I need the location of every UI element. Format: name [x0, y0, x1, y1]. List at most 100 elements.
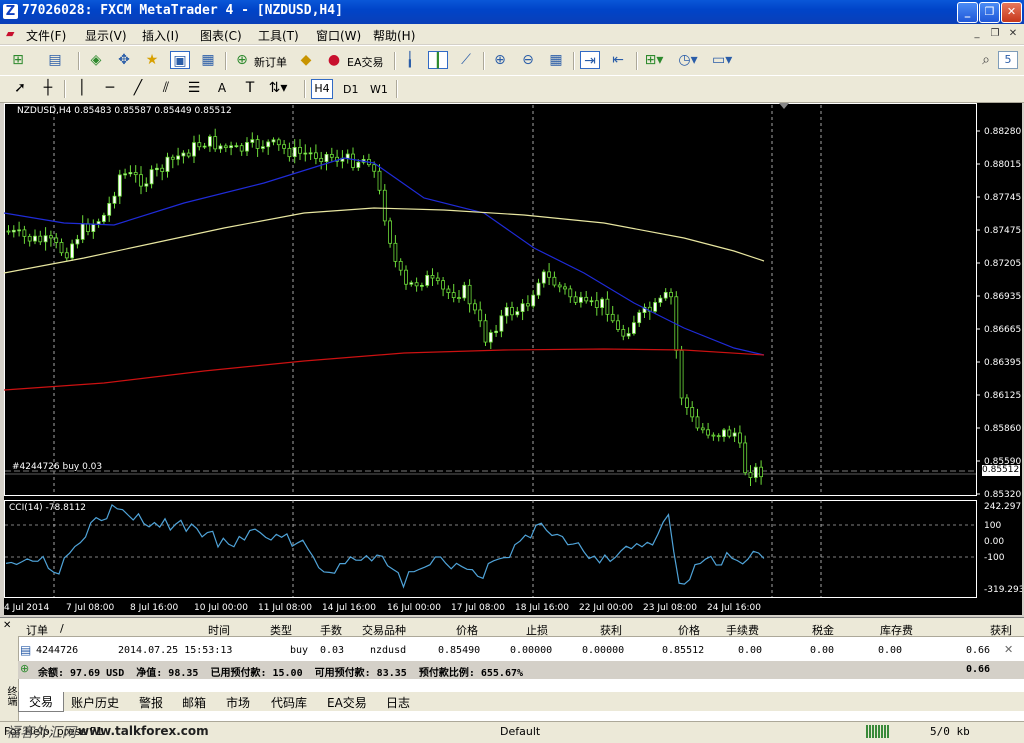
menu-tools[interactable]: 工具(T) — [258, 27, 299, 44]
col-profit[interactable]: 获利 — [990, 622, 1012, 638]
periods-icon[interactable]: ◷▾ — [678, 51, 698, 69]
tab-market[interactable]: 市场 — [226, 694, 250, 711]
arrows-icon[interactable]: ⇅▾ — [268, 79, 288, 97]
cursor-icon[interactable]: ➚ — [10, 79, 30, 97]
col-lots[interactable]: 手数 — [320, 622, 342, 638]
text-tool-icon[interactable]: A — [212, 79, 232, 97]
candle-body — [621, 329, 626, 337]
new-order-icon[interactable]: ⊕ — [232, 51, 252, 69]
autoscroll-icon[interactable]: ⇥ — [580, 51, 600, 69]
col-symbol[interactable]: 交易品种 — [362, 622, 406, 638]
col-type[interactable]: 类型 — [270, 622, 292, 638]
metaeditor-icon[interactable]: ◆ — [296, 51, 316, 69]
terminal-close-icon[interactable]: ✕ — [3, 620, 11, 631]
col-taxes[interactable]: 税金 — [812, 622, 834, 638]
chart-window[interactable]: 0.88280 0.88015 0.87745 0.87475 0.87205 0.869… — [3, 103, 1024, 615]
candle-body — [112, 195, 117, 204]
candle-body — [695, 416, 700, 429]
minimize-button[interactable]: _ — [957, 2, 978, 23]
col-time[interactable]: 时间 — [208, 622, 230, 638]
cell-taxes: 0.00 — [810, 645, 835, 656]
candle-body — [425, 275, 430, 286]
chat-icon[interactable]: 5 — [998, 51, 1018, 69]
menu-view[interactable]: 显示(V) — [85, 27, 127, 44]
candle-body — [748, 472, 753, 478]
menu-file[interactable]: 文件(F) — [26, 27, 66, 44]
templates-icon[interactable]: ▭▾ — [712, 51, 732, 69]
col-sl[interactable]: 止损 — [526, 622, 548, 638]
menu-help[interactable]: 帮助(H) — [373, 27, 415, 44]
vertical-line-icon[interactable]: │ — [72, 79, 92, 97]
period-h4-button[interactable]: H4 — [311, 79, 333, 99]
favorites-icon[interactable]: ★ — [142, 51, 162, 69]
candle-body — [451, 292, 456, 298]
crosshair-icon[interactable]: ┼ — [38, 79, 58, 97]
price-tick-label: 0.87205 — [984, 259, 1021, 269]
tab-journal[interactable]: 日志 — [386, 694, 410, 711]
navigator-icon[interactable]: ✥ — [114, 51, 134, 69]
candle-body — [282, 144, 287, 149]
tab-code-base[interactable]: 代码库 — [271, 694, 307, 711]
tab-alerts[interactable]: 警报 — [139, 694, 163, 711]
candle-body — [732, 432, 737, 437]
cell-type: buy — [290, 645, 309, 656]
trendline-icon[interactable]: ╱ — [128, 79, 148, 97]
candle-body — [382, 189, 387, 222]
candle-body — [409, 282, 414, 285]
bar-chart-icon[interactable]: ╽ — [400, 51, 420, 69]
table-row[interactable]: ▤ 4244726 2014.07.25 15:53:13 buy 0.03 n… — [18, 642, 1024, 660]
line-chart-icon[interactable]: ⟋ — [456, 51, 476, 69]
col-swap[interactable]: 库存费 — [880, 622, 913, 638]
profiles-icon[interactable]: ▤ — [45, 51, 65, 69]
candle-body — [557, 284, 562, 288]
candle-body — [160, 167, 165, 172]
close-button[interactable]: ✕ — [1001, 2, 1022, 23]
horizontal-line-icon[interactable]: ─ — [100, 79, 120, 97]
ea-trading-icon[interactable]: ● — [324, 51, 344, 69]
price-chart[interactable]: 0.88280 0.88015 0.87745 0.87475 0.87205 0.869… — [3, 103, 1024, 615]
candle-body — [419, 285, 424, 287]
col-price[interactable]: 价格 — [456, 622, 478, 638]
col-ticket[interactable]: 订单 — [26, 622, 48, 638]
strategy-tester-icon[interactable]: ▦ — [198, 51, 218, 69]
menu-insert[interactable]: 插入(I) — [142, 27, 179, 44]
mdi-restore-button[interactable]: ❐ — [988, 27, 1002, 40]
candle-body — [372, 164, 377, 172]
indicators-icon[interactable]: ⊞▾ — [644, 51, 664, 69]
tile-windows-icon[interactable]: ▦ — [546, 51, 566, 69]
zoom-in-icon[interactable]: ⊕ — [490, 51, 510, 69]
period-d1-button[interactable]: D1 — [343, 83, 358, 96]
fibonacci-icon[interactable]: ☰ — [184, 79, 204, 97]
candle-body — [579, 296, 583, 303]
tab-mailbox[interactable]: 邮箱 — [182, 694, 206, 711]
equidistant-channel-icon[interactable]: ⫽ — [156, 79, 176, 97]
mdi-minimize-button[interactable]: _ — [970, 27, 984, 40]
zoom-out-icon[interactable]: ⊖ — [518, 51, 538, 69]
tab-history[interactable]: 账户历史 — [71, 694, 119, 711]
terminal-icon[interactable]: ▣ — [170, 51, 190, 69]
text-label-icon[interactable]: T — [240, 79, 260, 97]
period-w1-button[interactable]: W1 — [370, 83, 388, 96]
market-watch-icon[interactable]: ◈ — [86, 51, 106, 69]
col-current-price[interactable]: 价格 — [678, 622, 700, 638]
maximize-button[interactable]: ❐ — [979, 2, 1000, 23]
cci-tick-label: 0.00 — [984, 537, 1004, 547]
candlestick-icon[interactable]: ┃ — [428, 51, 448, 69]
tab-experts[interactable]: EA交易 — [327, 694, 367, 711]
col-commission[interactable]: 手续费 — [726, 622, 759, 638]
search-icon[interactable]: ⌕ — [976, 51, 996, 69]
menu-charts[interactable]: 图表(C) — [200, 27, 242, 44]
col-tp[interactable]: 获利 — [600, 622, 622, 638]
ea-trading-button[interactable]: EA交易 — [347, 54, 383, 70]
mdi-close-button[interactable]: ✕ — [1006, 27, 1020, 40]
new-order-button[interactable]: 新订单 — [254, 54, 287, 70]
chart-shift-icon[interactable]: ⇤ — [608, 51, 628, 69]
new-chart-icon[interactable]: ⊞ — [8, 51, 28, 69]
candle-body — [59, 242, 64, 254]
menu-window[interactable]: 窗口(W) — [316, 27, 361, 44]
candle-body — [700, 427, 705, 431]
candle-body — [472, 303, 477, 311]
candle-body — [43, 235, 48, 243]
tab-trade[interactable]: 交易 — [18, 692, 65, 712]
close-order-icon[interactable]: ✕ — [1004, 643, 1013, 656]
